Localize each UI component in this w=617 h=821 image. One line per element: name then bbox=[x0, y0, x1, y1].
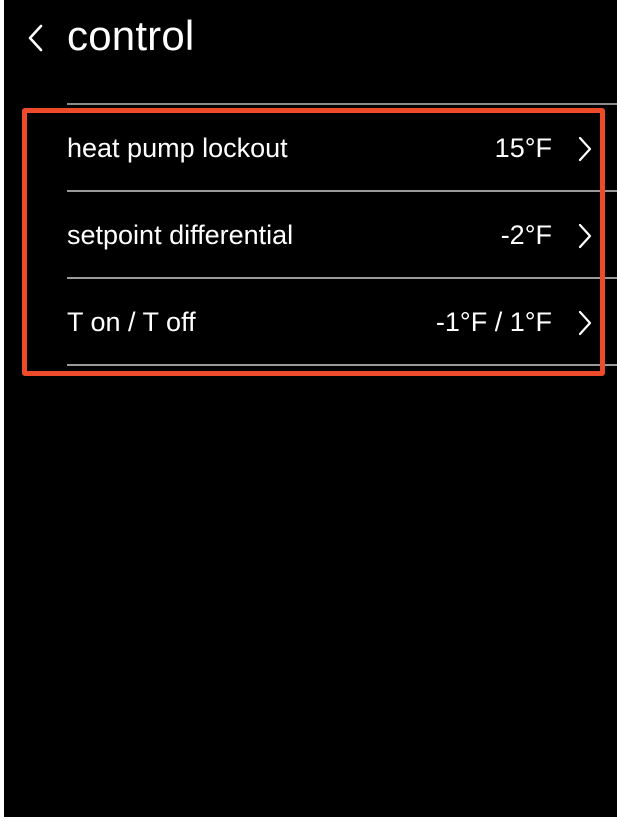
page-title: control bbox=[67, 12, 195, 59]
setting-label: setpoint differential bbox=[67, 220, 294, 250]
setting-label: heat pump lockout bbox=[67, 133, 288, 163]
header: control bbox=[4, 0, 617, 80]
chevron-right-icon bbox=[577, 222, 593, 250]
setting-row-setpoint-differential[interactable]: setpoint differential -2°F bbox=[4, 192, 617, 279]
setting-label: T on / T off bbox=[67, 307, 196, 337]
chevron-right-icon bbox=[577, 309, 593, 337]
setting-value: 15°F bbox=[494, 133, 552, 163]
settings-list: heat pump lockout 15°F setpoint differen… bbox=[4, 105, 617, 366]
setting-row-t-on-t-off[interactable]: T on / T off -1°F / 1°F bbox=[4, 279, 617, 366]
back-button[interactable] bbox=[22, 20, 52, 56]
setting-value: -2°F bbox=[500, 220, 552, 250]
row-divider bbox=[67, 364, 617, 366]
setting-value: -1°F / 1°F bbox=[435, 307, 552, 337]
chevron-left-icon bbox=[22, 20, 52, 56]
chevron-right-icon bbox=[577, 135, 593, 163]
setting-row-heat-pump-lockout[interactable]: heat pump lockout 15°F bbox=[4, 105, 617, 192]
control-screen: control heat pump lockout 15°F setpoint … bbox=[4, 0, 617, 817]
